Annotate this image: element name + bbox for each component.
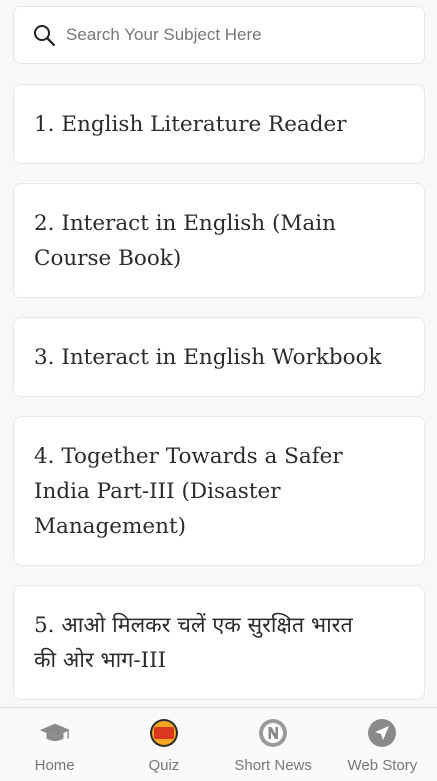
nav-item-quiz[interactable]: Quiz bbox=[109, 708, 218, 781]
nav-item-short-news[interactable]: Short News bbox=[219, 708, 328, 781]
subject-title: 2. Interact in English (Main Course Book… bbox=[34, 210, 336, 271]
bottom-navigation: Home Quiz Short News Web Story bbox=[0, 707, 437, 781]
subject-title: 5. आओ मिलकर चलें एक सुरक्षित भारत की ओर … bbox=[34, 612, 353, 673]
subject-title: 1. English Literature Reader bbox=[34, 111, 347, 137]
nav-label: Home bbox=[34, 757, 75, 774]
search-input[interactable] bbox=[66, 25, 396, 45]
news-n-icon bbox=[257, 717, 289, 749]
nav-label: Web Story bbox=[347, 757, 418, 774]
subject-card-1[interactable]: 1. English Literature Reader bbox=[13, 84, 425, 164]
subject-card-2[interactable]: 2. Interact in English (Main Course Book… bbox=[13, 183, 425, 298]
graduation-cap-icon bbox=[39, 717, 71, 749]
subject-title: 3. Interact in English Workbook bbox=[34, 344, 382, 370]
paper-plane-icon bbox=[366, 717, 398, 749]
search-bar[interactable] bbox=[13, 6, 425, 64]
nav-item-home[interactable]: Home bbox=[0, 708, 109, 781]
subject-card-3[interactable]: 3. Interact in English Workbook bbox=[13, 317, 425, 397]
nav-label: Short News bbox=[234, 757, 312, 774]
search-icon bbox=[34, 25, 56, 47]
quiz-time-icon bbox=[148, 717, 180, 749]
subject-card-5[interactable]: 5. आओ मिलकर चलें एक सुरक्षित भारत की ओर … bbox=[13, 585, 425, 700]
nav-label: Quiz bbox=[148, 757, 180, 774]
subject-title: 4. Together Towards a Safer India Part-I… bbox=[34, 443, 343, 539]
subject-card-4[interactable]: 4. Together Towards a Safer India Part-I… bbox=[13, 416, 425, 566]
app-screen: 1. English Literature Reader 2. Interact… bbox=[0, 0, 437, 781]
nav-item-web-story[interactable]: Web Story bbox=[328, 708, 437, 781]
